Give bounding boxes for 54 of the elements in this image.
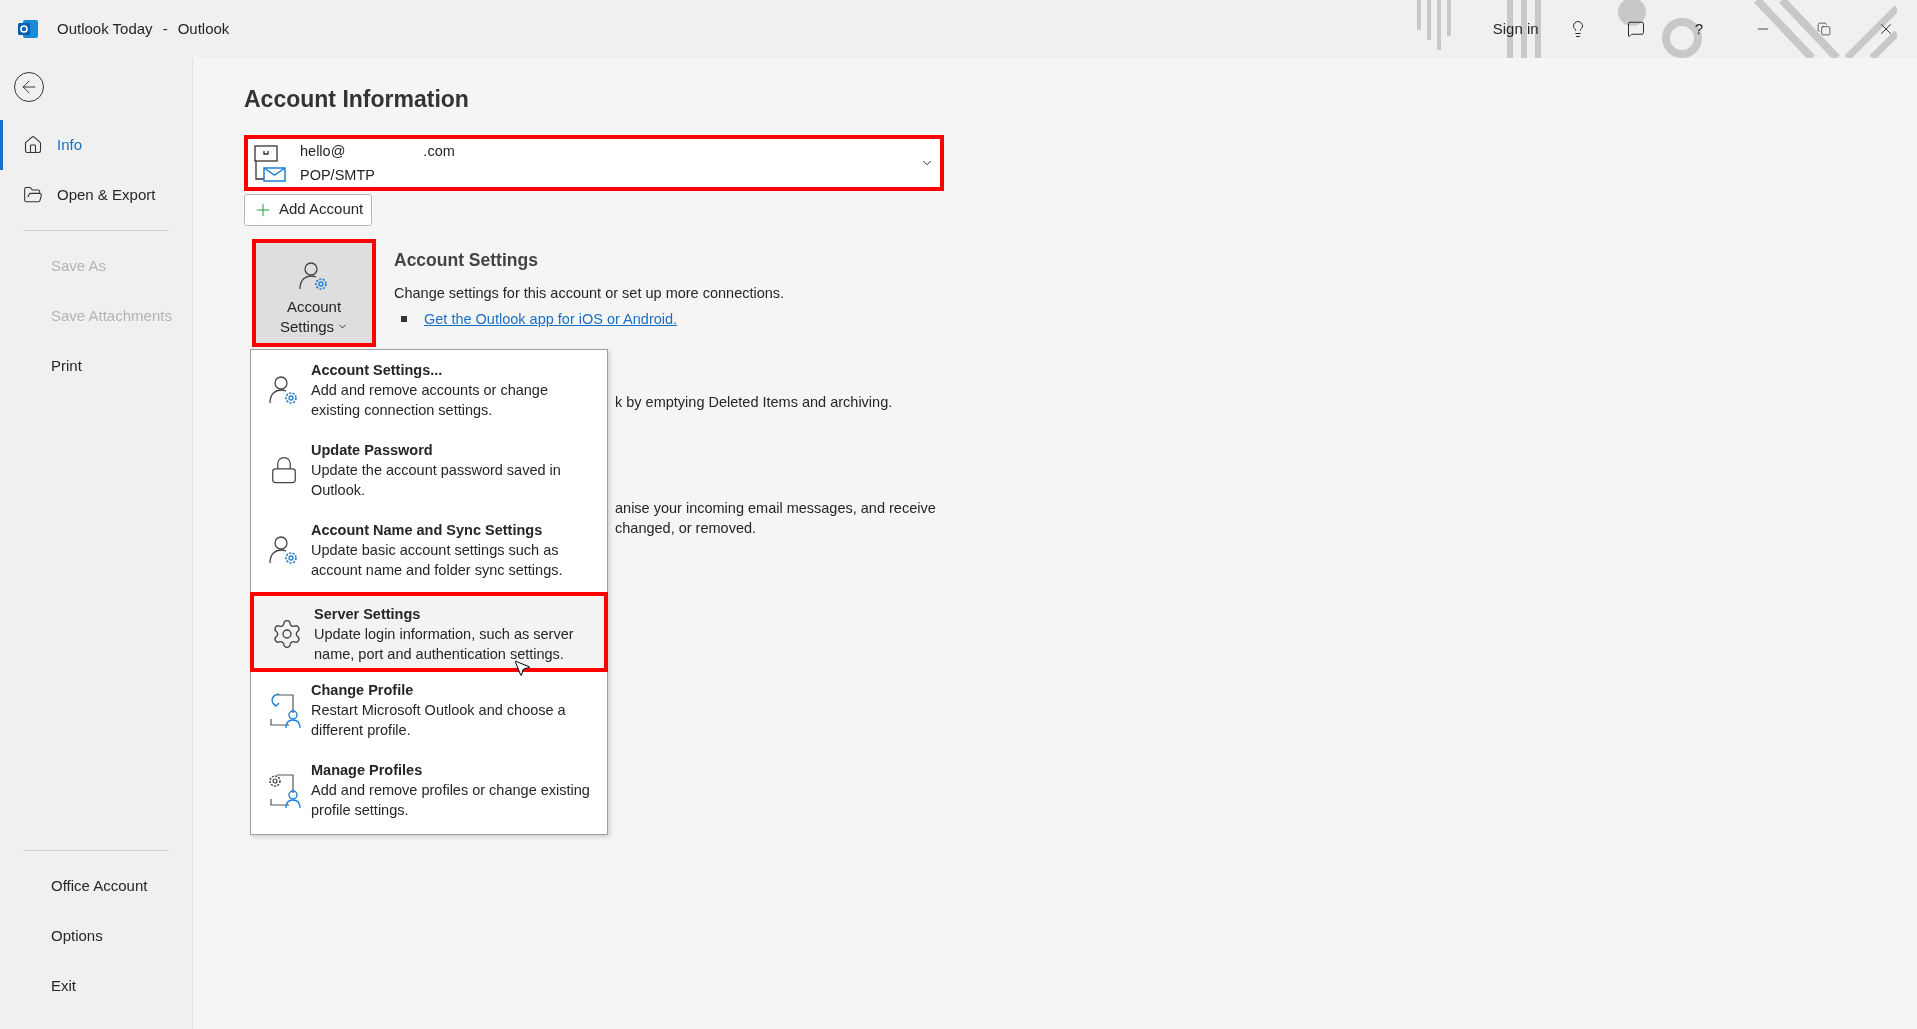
account-settings-button[interactable]: Account Settings: [252, 238, 376, 347]
lock-icon: [269, 455, 299, 485]
section-title: Account Settings: [394, 248, 539, 272]
outlook-app-link[interactable]: Get the Outlook app for iOS or Android.: [424, 308, 678, 331]
menu-item-title: Update Password: [311, 441, 434, 460]
menu-item-title: Manage Profiles: [311, 761, 424, 780]
bullet-icon: [401, 316, 407, 323]
mailbox-icon: [254, 143, 286, 182]
menu-item-description: Restart Microsoft Outlook and choose a different profile.: [311, 701, 567, 740]
menu-item-description: Add and remove profiles or change existing profile settings.: [311, 781, 591, 820]
user-gear-icon: [268, 373, 300, 407]
menu-item-title: Server Settings: [314, 605, 422, 624]
feedback-icon[interactable]: [1626, 20, 1645, 38]
menu-item-description: Update basic account settings such as account name and folder sync settings.: [311, 541, 564, 580]
sidebar-item[interactable]: Exit: [0, 961, 192, 1011]
menu-item[interactable]: Manage Profiles Add and remove profiles or change existing profile settings.: [251, 752, 607, 832]
menu-item-title: Account Settings...: [311, 361, 444, 380]
description-text: k by emptying Deleted Items and archiving.: [615, 392, 894, 412]
app-name: Outlook: [177, 18, 230, 39]
account-type: POP/SMTP: [300, 165, 376, 185]
sidebar-item[interactable]: Open & Export: [0, 170, 192, 220]
settings-icon: [271, 618, 303, 650]
profile-switch-icon: [267, 691, 301, 729]
menu-item[interactable]: Server Settings Update login information, such as server name, port and authentication settings.: [250, 592, 608, 672]
sidebar-item[interactable]: Office Account: [0, 861, 192, 911]
profile-gear-icon: [267, 771, 301, 809]
user-gear-icon: [268, 533, 300, 567]
menu-item-description: Update the account password saved in Outlook.: [311, 461, 562, 500]
window-title: Outlook Today: [57, 18, 153, 39]
add-account-button[interactable]: Add Account: [244, 193, 373, 226]
outlook-logo-icon: [17, 18, 39, 40]
email-start: hello@: [300, 141, 346, 161]
menu-item[interactable]: Change Profile Restart Microsoft Outlook and choose a different profile.: [251, 672, 607, 752]
menu-item[interactable]: Update Password Update the account password saved in Outlook.: [251, 432, 607, 512]
home-icon: [23, 135, 43, 155]
sidebar-item[interactable]: Print: [0, 341, 192, 391]
section-description: Change settings for this account or set up more connections.: [394, 283, 785, 303]
menu-item-title: Change Profile: [311, 681, 415, 700]
description-text: changed, or removed.: [615, 518, 758, 538]
sidebar-item[interactable]: Options: [0, 911, 192, 961]
email-end: .com: [423, 141, 455, 161]
title-separator: -: [162, 18, 168, 39]
menu-item-description: Add and remove accounts or change existing connection settings.: [311, 381, 549, 420]
sign-in-button[interactable]: Sign in: [1492, 17, 1539, 41]
menu-item[interactable]: Account Name and Sync Settings Update basic account settings such as account name and folder sync settings.: [251, 512, 607, 592]
menu-item-title: Account Name and Sync Settings: [311, 521, 544, 540]
help-button[interactable]: ?: [1694, 17, 1703, 41]
menu-item-description: Update login information, such as server name, port and authentication settings.: [314, 625, 575, 664]
restore-icon[interactable]: [1817, 22, 1831, 36]
folder-icon: [23, 185, 43, 205]
menu-item[interactable]: Account Settings... Add and remove accounts or change existing connection settings.: [251, 352, 607, 432]
page-heading: Account Information: [244, 85, 470, 114]
account-dropdown[interactable]: hello@ .com POP/SMTP: [244, 134, 944, 191]
description-text: anise your incoming email messages, and receive: [615, 498, 937, 518]
